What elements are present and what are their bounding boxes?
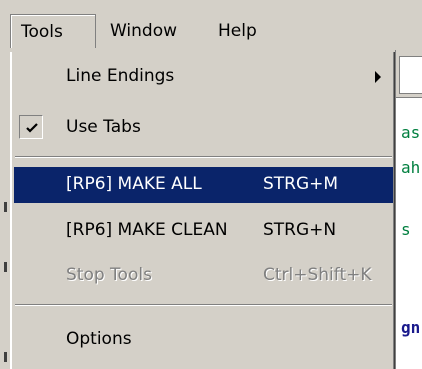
code-fragment: gn (401, 318, 421, 337)
menu-item-label: [RP6] MAKE ALL (66, 174, 202, 194)
checkmark-box (19, 115, 43, 139)
menu-separator (15, 304, 392, 306)
menu-item-make-all[interactable]: [RP6] MAKE ALL STRG+M (14, 167, 393, 203)
menubar-window[interactable]: Window (100, 14, 187, 48)
editor-tab[interactable] (399, 56, 422, 94)
editor-toolbar (396, 50, 422, 98)
submenu-arrow-icon (375, 71, 381, 83)
left-edge-marks (0, 52, 10, 369)
menu-item-stop-tools: Stop Tools Ctrl+Shift+K (14, 258, 393, 294)
menu-item-make-clean[interactable]: [RP6] MAKE CLEAN STRG+N (14, 213, 393, 249)
menu-item-label: Stop Tools (66, 265, 152, 285)
checkmark-icon (26, 123, 38, 133)
menu-item-shortcut: Ctrl+Shift+K (263, 265, 372, 285)
menu-item-line-endings[interactable]: Line Endings (14, 59, 393, 95)
menu-item-label: [RP6] MAKE CLEAN (66, 220, 228, 240)
code-fragment: ah (401, 158, 421, 177)
code-fragment: s (401, 220, 411, 239)
code-editor-behind[interactable]: as ah s gn (395, 50, 422, 369)
code-fragment: as (401, 123, 421, 142)
menu-item-label: Options (66, 329, 132, 349)
menu-item-use-tabs[interactable]: Use Tabs (14, 110, 393, 146)
menu-separator (15, 156, 392, 158)
menu-item-label: Line Endings (66, 66, 175, 86)
menu-item-options[interactable]: Options (14, 322, 393, 358)
menu-item-shortcut: STRG+M (263, 174, 339, 194)
menu-item-label: Use Tabs (66, 117, 141, 137)
menu-item-shortcut: STRG+N (263, 220, 337, 240)
menubar-help[interactable]: Help (208, 14, 267, 48)
menubar-tools[interactable]: Tools (10, 14, 96, 48)
menubar: Tools Window Help (0, 0, 422, 53)
tools-dropdown-menu: Line Endings Use Tabs [RP6] MAKE ALL STR… (10, 52, 395, 369)
